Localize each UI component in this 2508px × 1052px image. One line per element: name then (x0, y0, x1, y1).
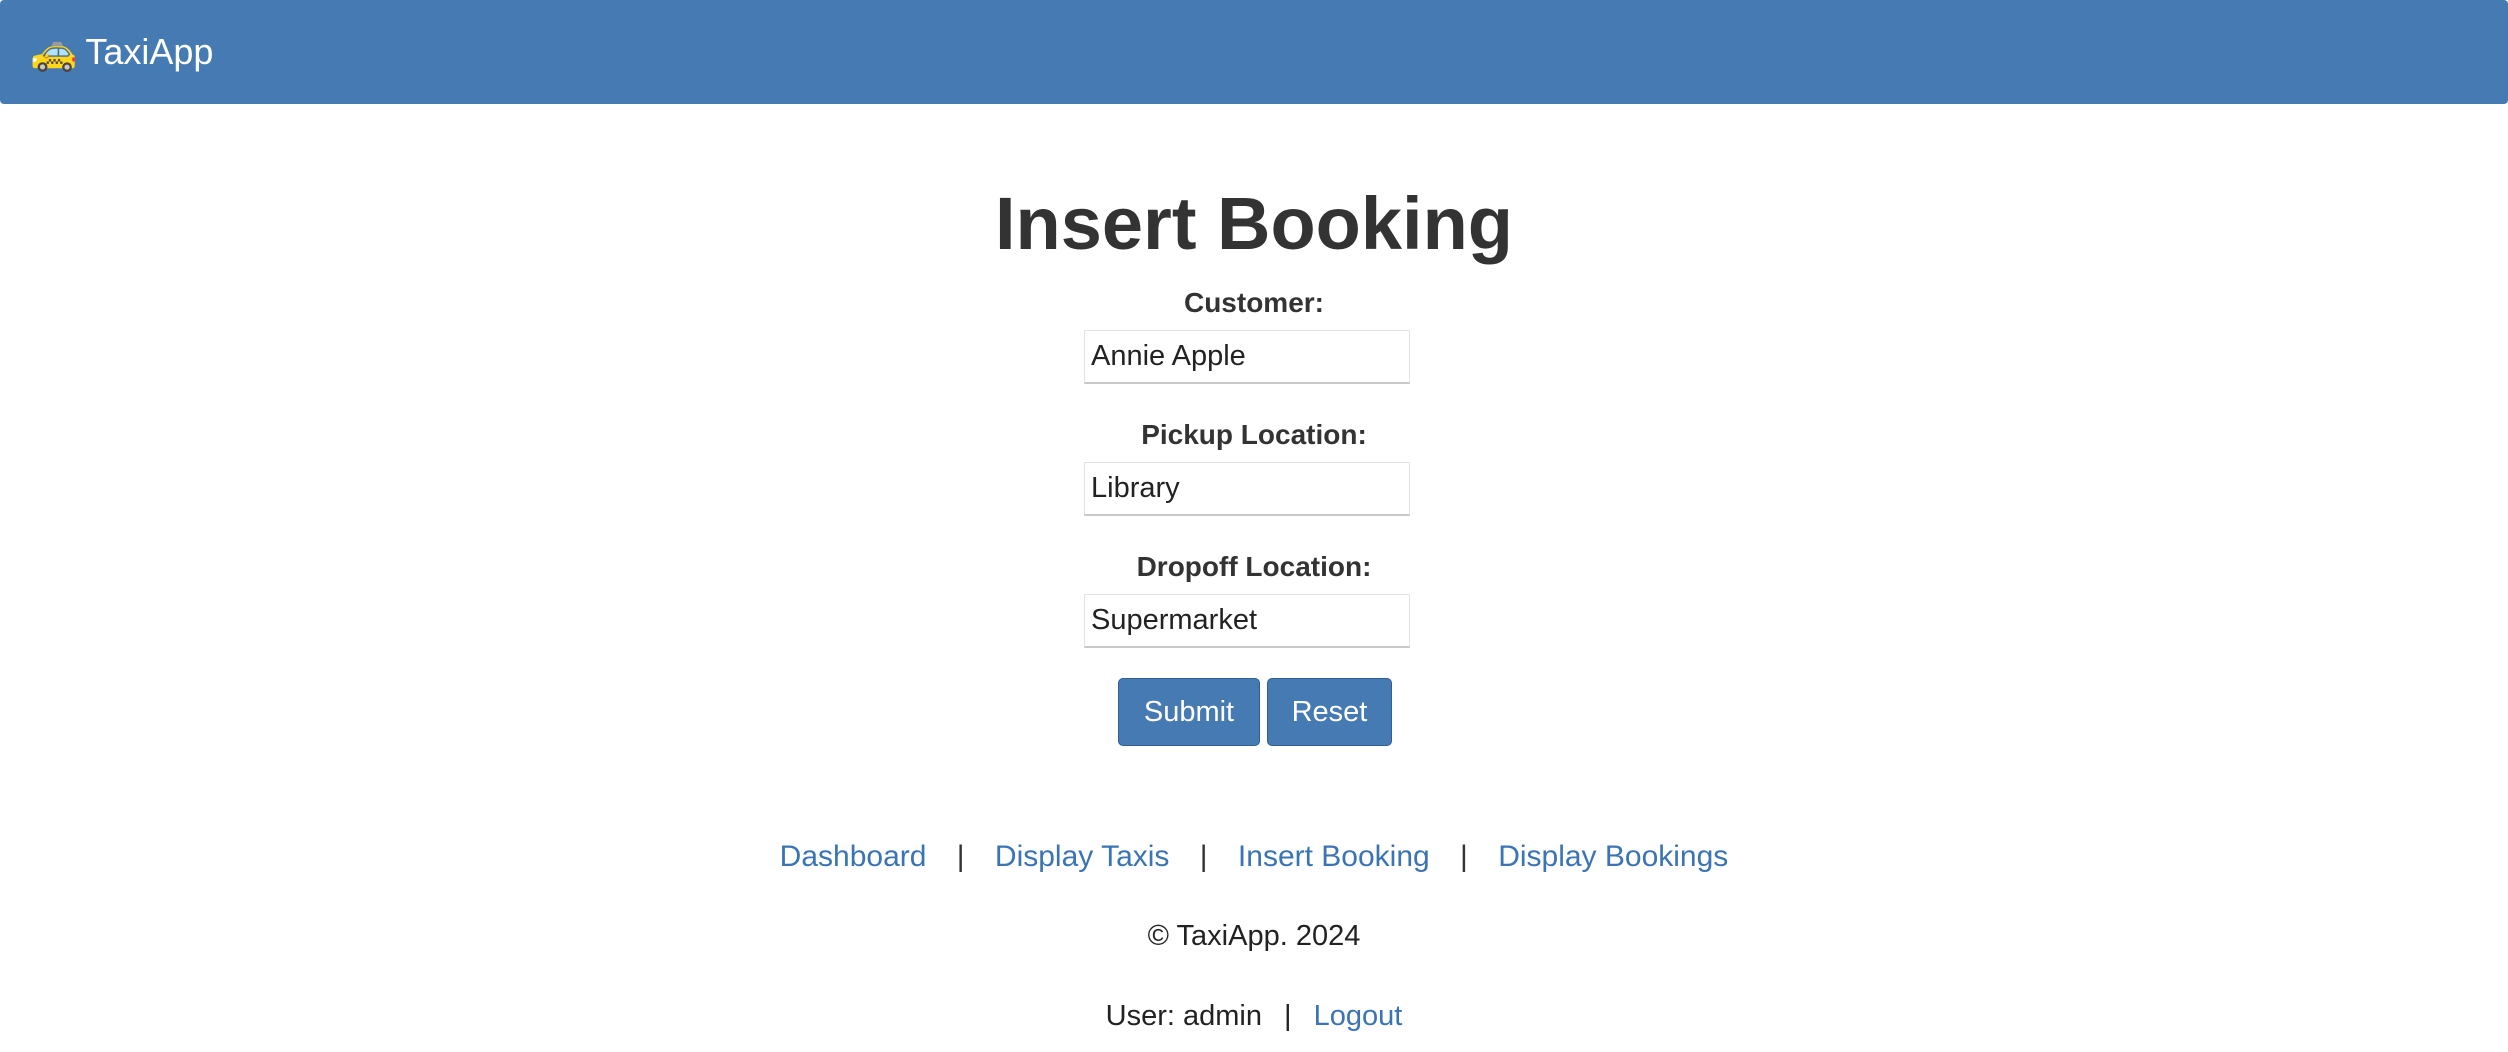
copyright-text: © TaxiApp. 2024 (1147, 920, 1361, 952)
top-navbar: 🚕 TaxiApp (0, 0, 2508, 104)
current-user-text: User: admin (1105, 1000, 1262, 1032)
pickup-location-input[interactable] (1084, 462, 1410, 516)
footer-separator: | (1199, 840, 1208, 873)
logout-link[interactable]: Logout (1314, 1000, 1403, 1032)
page-title: Insert Booking (994, 182, 1514, 265)
dropoff-location-label: Dropoff Location: (1136, 551, 1372, 582)
footer-nav: Dashboard | Display Taxis | Insert Booki… (0, 838, 2508, 876)
customer-label: Customer: (1183, 287, 1324, 318)
taxi-icon: 🚕 (30, 31, 78, 73)
user-status: User: admin | Logout (0, 998, 2508, 1034)
display-taxis-link[interactable]: Display Taxis (995, 840, 1170, 873)
dashboard-link[interactable]: Dashboard (780, 840, 927, 873)
submit-button[interactable]: Submit (1118, 678, 1260, 746)
brand-label: TaxiApp (85, 31, 214, 72)
dropoff-location-input[interactable] (1084, 594, 1410, 648)
customer-input[interactable] (1084, 330, 1410, 384)
pickup-location-label: Pickup Location: (1141, 419, 1367, 450)
brand-link[interactable]: 🚕 TaxiApp (30, 31, 213, 73)
footer-separator: | (956, 840, 965, 873)
reset-button[interactable]: Reset (1267, 678, 1392, 746)
footer-separator: | (1460, 840, 1468, 873)
insert-booking-link[interactable]: Insert Booking (1238, 840, 1430, 873)
user-separator: | (1284, 1000, 1292, 1032)
display-bookings-link[interactable]: Display Bookings (1498, 840, 1728, 873)
